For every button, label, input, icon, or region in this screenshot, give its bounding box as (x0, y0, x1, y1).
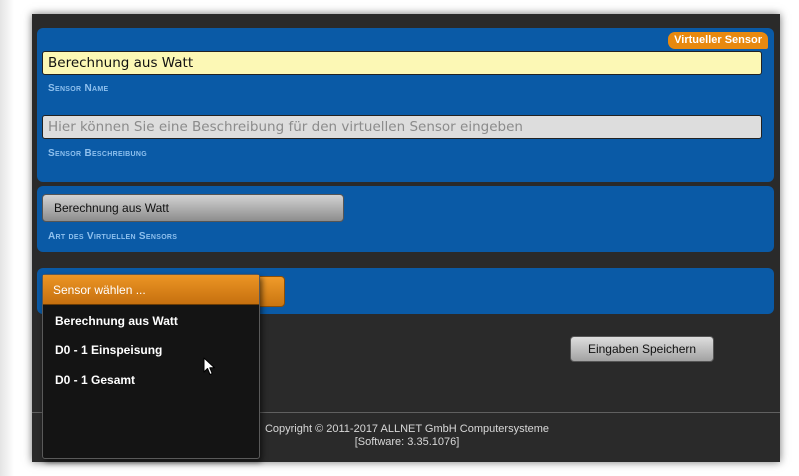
sensor-description-label: Sensor Beschreibung (48, 148, 147, 159)
dropdown-option-berechnung[interactable]: Berechnung aus Watt (55, 314, 178, 328)
sensor-name-label: Sensor Name (48, 83, 109, 94)
sensor-description-input[interactable] (42, 115, 762, 139)
sensor-select-dropdown[interactable]: Sensor wählen ... Berechnung aus Watt D0… (42, 274, 260, 459)
sensor-name-input[interactable] (42, 51, 762, 75)
dropdown-option-einspeisung[interactable]: D0 - 1 Einspeisung (55, 343, 162, 357)
virtual-sensor-badge: Virtueller Sensor (668, 32, 768, 49)
sensor-type-label: Art des Virtuellen Sensors (48, 231, 178, 242)
save-button[interactable]: Eingaben Speichern (570, 336, 714, 362)
page-edge-shade (0, 0, 14, 476)
mouse-pointer-icon (203, 357, 215, 375)
sensor-type-select-button[interactable]: Berechnung aus Watt (42, 194, 344, 222)
dropdown-option-gesamt[interactable]: D0 - 1 Gesamt (55, 373, 135, 387)
sensor-select-header[interactable]: Sensor wählen ... (43, 275, 259, 305)
